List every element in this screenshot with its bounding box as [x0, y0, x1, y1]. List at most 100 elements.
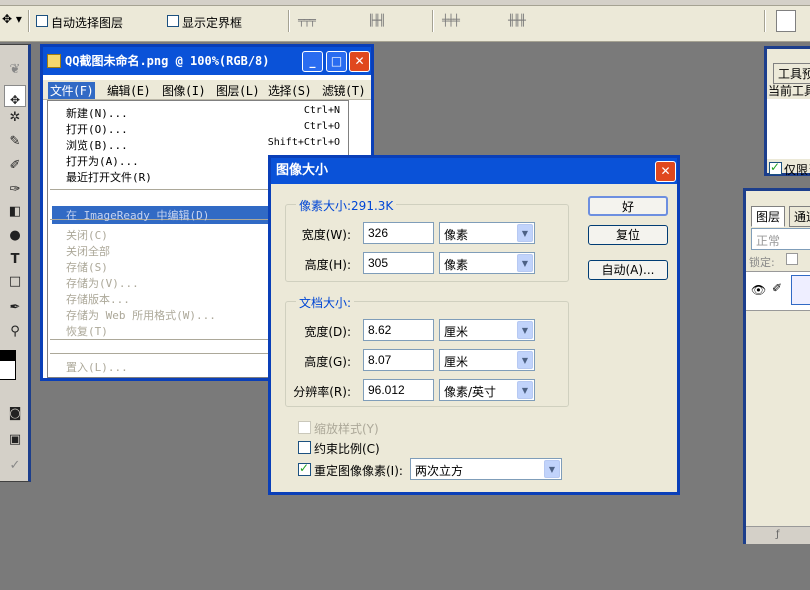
file-menu-item[interactable]: 浏览(B)... Shift+Ctrl+O: [48, 137, 348, 153]
menu-select[interactable]: 选择(S): [268, 82, 312, 99]
menu-file[interactable]: 文件(F): [48, 82, 96, 99]
file-menu-item-label: 在 ImageReady 中编辑(D): [66, 209, 210, 222]
resample-method-value: 两次立方: [415, 464, 464, 478]
doc-height-unit-select[interactable]: 厘米 ▼: [439, 349, 535, 371]
constrain-proportions-checkbox[interactable]: [298, 441, 311, 454]
auto-button[interactable]: 自动(A)...: [588, 260, 668, 280]
file-menu-item-label: 打开为(A)...: [66, 155, 139, 168]
document-title: QQ截图未命名.png @ 100%(RGB/8): [65, 54, 270, 68]
eyedropper-icon[interactable]: ✒: [4, 297, 26, 319]
dialog-close-button[interactable]: ✕: [655, 161, 676, 182]
screen-mode-icon[interactable]: ▣: [4, 429, 26, 451]
tab-channels[interactable]: 通道: [789, 206, 810, 227]
current-tool-only-checkbox[interactable]: [769, 160, 782, 175]
file-menu-item-label: 最近打开文件(R): [66, 171, 152, 184]
doc-width-unit-value: 厘米: [444, 325, 469, 339]
file-menu-item-shortcut: Shift+Ctrl+O: [267, 137, 340, 148]
file-menu-item[interactable]: 打开(O)... Ctrl+O: [48, 121, 348, 137]
scale-styles-checkbox: [298, 421, 311, 434]
width-unit-select[interactable]: 像素 ▼: [439, 222, 535, 244]
doc-width-unit-select[interactable]: 厘米 ▼: [439, 319, 535, 341]
minimize-button[interactable]: _: [302, 51, 323, 72]
file-menu-item-label: 打开(O)...: [66, 123, 128, 136]
align-top-icons[interactable]: ╤╤╤: [298, 14, 316, 28]
palette-body: [767, 99, 810, 159]
document-menu-bar: 文件(F) 编辑(E) 图像(I) 图层(L) 选择(S) 滤镜(T): [43, 80, 371, 100]
options-bar: ✥ ▾ 自动选择图层 显示定界框 ╤╤╤ ╟╫╢ ╪╪╪ ╫╫╫: [0, 0, 810, 42]
document-icon: [47, 54, 61, 68]
file-menu-item-label: 恢复(T): [66, 325, 108, 338]
blend-mode-select[interactable]: 正常: [751, 228, 810, 250]
resolution-unit-select[interactable]: 像素/英寸 ▼: [439, 379, 535, 401]
zoom-icon[interactable]: ⚲: [4, 321, 26, 343]
menu-layer[interactable]: 图层(L): [216, 82, 260, 99]
separator: [764, 10, 766, 32]
move-tool-preset-icon[interactable]: ✥ ▾: [2, 12, 22, 26]
eye-icon[interactable]: 👁: [751, 283, 766, 297]
distribute-left-icons[interactable]: ╫╫╫: [508, 14, 526, 28]
brush-icon[interactable]: ✐: [4, 155, 26, 177]
healing-brush-icon[interactable]: ✎: [4, 131, 26, 153]
separator: [28, 10, 30, 32]
move-tool-icon[interactable]: ✥: [4, 85, 26, 107]
tool-presets-palette: 工具预 当前工具 仅限当: [764, 46, 810, 177]
tab-tool-presets[interactable]: 工具预: [773, 63, 810, 84]
show-bounds-checkbox[interactable]: [167, 15, 179, 27]
feather-icon: ❦: [9, 62, 21, 77]
lock-label: 锁定:: [749, 256, 775, 269]
brush-link-icon: ✐: [772, 281, 783, 295]
ok-button[interactable]: 好: [588, 196, 668, 216]
height-label: 高度(H):: [304, 258, 351, 272]
tab-layers[interactable]: 图层: [751, 206, 786, 227]
menu-filter[interactable]: 滤镜(T): [322, 82, 366, 99]
doc-height-input[interactable]: 8.07: [363, 349, 434, 371]
height-input[interactable]: 305: [363, 252, 434, 274]
chevron-down-icon: ▼: [517, 381, 533, 399]
palette-well-icon[interactable]: [776, 10, 796, 32]
document-size-label: 文档大小:: [296, 294, 355, 311]
image-size-dialog: 图像大小 ✕ 像素大小:291.3K 宽度(W): 326 像素 ▼ 高度(H):…: [268, 155, 680, 495]
background-color-swatch[interactable]: [0, 360, 16, 380]
file-menu-item[interactable]: 新建(N)... Ctrl+N: [48, 105, 348, 121]
dialog-title: 图像大小: [276, 163, 329, 178]
maximize-button[interactable]: □: [326, 51, 347, 72]
current-tool-only-label: 仅限当: [784, 163, 810, 177]
resample-checkbox[interactable]: [298, 461, 311, 476]
history-brush-icon[interactable]: ✑: [4, 179, 26, 201]
menu-edit[interactable]: 编辑(E): [107, 82, 151, 99]
resample-method-select[interactable]: 两次立方 ▼: [410, 458, 562, 480]
separator: [432, 10, 434, 32]
layer-style-icon[interactable]: ƒ: [776, 529, 780, 540]
resolution-input[interactable]: 96.012: [363, 379, 434, 401]
chevron-down-icon: ▼: [517, 321, 533, 339]
scale-styles-label: 缩放样式(Y): [314, 422, 379, 436]
resolution-label: 分辨率(R):: [293, 385, 351, 399]
reset-button[interactable]: 复位: [588, 225, 668, 245]
magic-wand-icon[interactable]: ✲: [4, 107, 26, 129]
blend-mode-value: 正常: [756, 234, 781, 248]
type-tool-icon[interactable]: T: [4, 249, 26, 271]
doc-width-input[interactable]: 8.62: [363, 319, 434, 341]
file-menu-item-label: 关闭全部: [66, 245, 110, 258]
close-button[interactable]: ✕: [349, 51, 370, 72]
width-unit-value: 像素: [444, 228, 469, 242]
menu-bar-strip: [0, 0, 810, 6]
width-input[interactable]: 326: [363, 222, 434, 244]
menu-image[interactable]: 图像(I): [162, 82, 206, 99]
quick-mask-icon[interactable]: ◙: [4, 403, 26, 425]
jump-to-imageready-icon[interactable]: ✓: [4, 455, 26, 477]
chevron-down-icon: ▼: [517, 254, 533, 272]
shape-tool-icon[interactable]: □: [4, 271, 26, 293]
layers-palette: 图层 通道 正常 锁定: 👁 ✐ ƒ: [743, 188, 810, 544]
auto-select-checkbox[interactable]: [36, 15, 48, 27]
height-unit-value: 像素: [444, 258, 469, 272]
distribute-top-icons[interactable]: ╪╪╪: [442, 14, 460, 28]
width-label: 宽度(W):: [301, 228, 351, 242]
gradient-icon[interactable]: ◧: [4, 201, 26, 223]
lock-transparency-icon[interactable]: [786, 253, 798, 265]
height-unit-select[interactable]: 像素 ▼: [439, 252, 535, 274]
align-left-icons[interactable]: ╟╫╢: [368, 14, 386, 28]
separator: [288, 10, 290, 32]
dodge-icon[interactable]: ●: [4, 225, 26, 247]
chevron-down-icon: ▼: [517, 351, 533, 369]
